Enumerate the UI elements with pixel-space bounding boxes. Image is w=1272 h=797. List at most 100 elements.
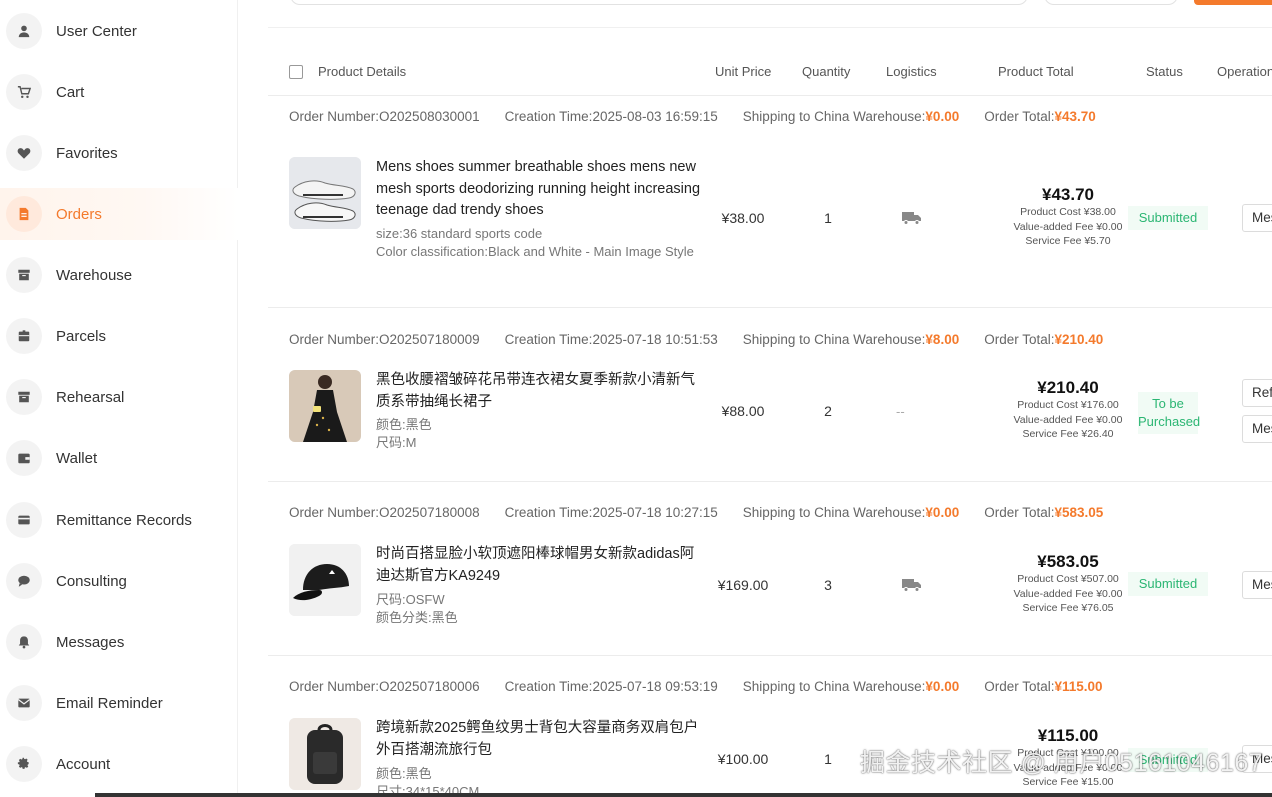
order-number: O202507180009 <box>379 332 480 347</box>
product-total: ¥583.05 <box>1037 552 1099 571</box>
sidebar-item-cart[interactable]: Cart <box>0 66 238 118</box>
gear-icon <box>6 746 42 782</box>
shipping-fee: ¥0.00 <box>925 505 960 520</box>
sidebar-item-account[interactable]: Account <box>0 738 238 790</box>
sidebar-item-favorites[interactable]: Favorites <box>0 127 238 179</box>
quantity: 1 <box>824 210 832 226</box>
creation-time: 2025-07-18 10:27:15 <box>592 505 718 520</box>
shipping-label: Shipping to China Warehouse: <box>742 332 926 347</box>
sidebar-item-wallet[interactable]: Wallet <box>0 432 238 484</box>
watermark: 掘金技术社区 @ 用户0516104616​7 <box>860 749 1264 777</box>
sidebar-item-parcels[interactable]: Parcels <box>0 310 238 362</box>
header-status: Status <box>1146 64 1183 79</box>
product-title[interactable]: 时尚百搭显脸小软顶遮阳棒球帽男女新款adidas阿迪达斯官方KA9249 <box>376 544 701 587</box>
order-row: Order Number: O202507180008 Creation Tim… <box>268 482 1272 656</box>
divider <box>268 27 1272 28</box>
parcel-icon <box>6 318 42 354</box>
user-icon <box>6 13 42 49</box>
bell-icon <box>6 624 42 660</box>
sidebar-item-label: Remittance Records <box>56 511 192 529</box>
truck-icon[interactable] <box>902 578 922 592</box>
sidebar-item-warehouse[interactable]: Warehouse <box>0 249 238 301</box>
truck-icon[interactable] <box>902 211 922 225</box>
product-image-backpack[interactable] <box>289 718 361 790</box>
header-operation: Operation <box>1217 64 1272 79</box>
order-number: O202508030001 <box>379 109 480 124</box>
select-all-checkbox[interactable] <box>289 65 303 79</box>
unit-price: ¥38.00 <box>721 210 765 226</box>
sidebar-item-user-center[interactable]: User Center <box>0 5 238 57</box>
product-sku: size:36 standard sports code <box>376 226 543 241</box>
box-icon <box>6 257 42 293</box>
order-header: Order Number: O202508030001 Creation Tim… <box>289 109 1096 124</box>
sidebar-item-orders[interactable]: Orders <box>0 188 238 240</box>
mail-icon <box>6 685 42 721</box>
unit-price: ¥169.00 <box>717 577 769 593</box>
sidebar-item-label: User Center <box>56 22 137 40</box>
message-button[interactable]: Message <box>1242 571 1272 599</box>
order-total: ¥210.40 <box>1054 332 1104 347</box>
order-number-label: Order Number: <box>289 109 380 124</box>
order-header: Order Number: O202507180009 Creation Tim… <box>289 332 1103 347</box>
order-number-label: Order Number: <box>289 505 380 520</box>
sidebar-item-email-reminder[interactable]: Email Reminder <box>0 677 238 729</box>
bottom-edge <box>95 793 1272 797</box>
order-total-label: Order Total: <box>984 505 1055 520</box>
search-button[interactable] <box>1194 0 1272 5</box>
card-icon <box>6 502 42 538</box>
quantity: 3 <box>824 577 832 593</box>
product-image-dress[interactable] <box>289 370 361 442</box>
message-button[interactable]: Message <box>1242 204 1272 232</box>
header-logistics: Logistics <box>886 64 937 79</box>
sidebar: User Center Cart Favorites Orders Wareho… <box>0 0 238 797</box>
order-total: ¥43.70 <box>1054 109 1096 124</box>
sidebar-item-consulting[interactable]: Consulting <box>0 555 238 607</box>
order-number: O202507180006 <box>379 679 480 694</box>
product-sku: 颜色:黑色 <box>376 766 432 781</box>
sidebar-item-label: Favorites <box>56 144 118 162</box>
filter-select[interactable] <box>1044 0 1178 5</box>
order-total-label: Order Total: <box>984 679 1055 694</box>
chat-icon <box>6 563 42 599</box>
product-sku: 尺码:OSFW <box>376 592 445 607</box>
logistics-empty: -- <box>896 404 905 419</box>
search-input[interactable] <box>290 0 1028 5</box>
creation-time-label: Creation Time: <box>504 332 593 347</box>
heart-icon <box>6 135 42 171</box>
order-row: Order Number: O202507180009 Creation Tim… <box>268 308 1272 482</box>
creation-time: 2025-07-18 10:51:53 <box>592 332 718 347</box>
product-image-cap[interactable] <box>289 544 361 616</box>
unit-price: ¥100.00 <box>717 751 769 767</box>
order-number-label: Order Number: <box>289 332 380 347</box>
sidebar-item-label: Parcels <box>56 327 107 345</box>
sidebar-item-remittance-records[interactable]: Remittance Records <box>0 494 238 546</box>
shipping-fee: ¥8.00 <box>925 332 960 347</box>
order-row: Order Number: O202508030001 Creation Tim… <box>268 97 1272 308</box>
service-fee: Service Fee ¥76.05 <box>1022 602 1114 614</box>
document-icon <box>6 196 42 232</box>
status-badge: Submitted <box>1128 572 1208 596</box>
sidebar-item-messages[interactable]: Messages <box>0 616 238 668</box>
message-button[interactable]: Message <box>1242 415 1272 443</box>
shipping-fee: ¥0.00 <box>925 679 960 694</box>
product-sku: 尺码:M <box>376 435 417 450</box>
product-image-shoes[interactable] <box>289 157 361 229</box>
sidebar-item-label: Cart <box>56 83 85 101</box>
order-total-label: Order Total: <box>984 332 1055 347</box>
sidebar-item-label: Wallet <box>56 449 98 467</box>
box-icon <box>6 379 42 415</box>
product-title[interactable]: 跨境新款2025鳄鱼纹男士背包大容量商务双肩包户外百搭潮流旅行包 <box>376 718 701 761</box>
creation-time: 2025-08-03 16:59:15 <box>592 109 718 124</box>
refund-button[interactable]: Refund <box>1242 379 1272 407</box>
order-header: Order Number: O202507180008 Creation Tim… <box>289 505 1103 520</box>
sidebar-item-rehearsal[interactable]: Rehearsal <box>0 371 238 423</box>
product-title[interactable]: 黑色收腰褶皱碎花吊带连衣裙女夏季新款小清新气质系带抽绳长裙子 <box>376 370 701 413</box>
product-sku: 颜色:黑色 <box>376 417 432 432</box>
creation-time-label: Creation Time: <box>504 679 593 694</box>
sidebar-item-label: Warehouse <box>56 266 133 284</box>
product-title[interactable]: Mens shoes summer breathable shoes mens … <box>376 157 701 222</box>
sidebar-item-label: Account <box>56 755 111 773</box>
header-product-details: Product Details <box>318 64 407 79</box>
creation-time-label: Creation Time: <box>504 505 593 520</box>
sidebar-item-label: Rehearsal <box>56 388 125 406</box>
